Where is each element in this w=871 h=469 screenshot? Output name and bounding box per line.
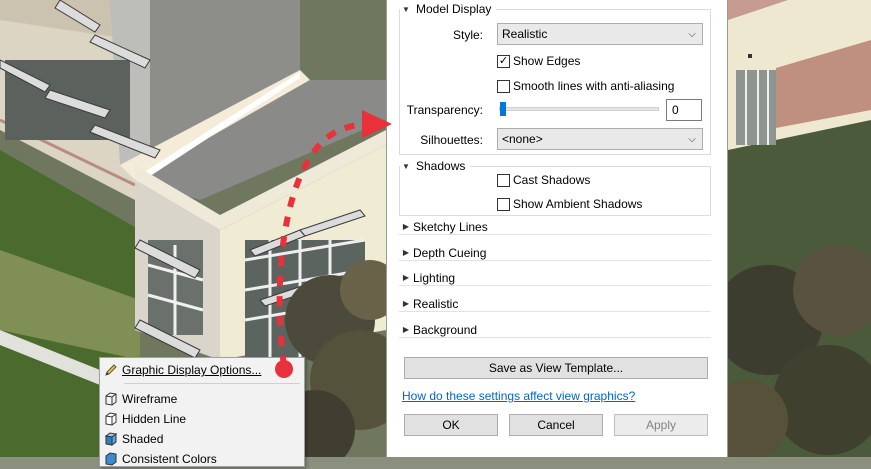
cube-icon bbox=[100, 432, 122, 446]
show-edges-checkbox[interactable]: ✓ Show Edges bbox=[497, 54, 580, 68]
cube-icon bbox=[100, 392, 122, 406]
triangle-right-icon: ▶ bbox=[402, 299, 410, 308]
model-viewport-right[interactable] bbox=[728, 0, 871, 457]
style-select[interactable]: Realistic ⌵ bbox=[497, 23, 703, 45]
ambient-shadows-checkbox[interactable]: Show Ambient Shadows bbox=[497, 197, 642, 211]
graphic-display-options-dialog: ▼ Model Display Style: Realistic ⌵ ✓ Sho… bbox=[386, 0, 728, 457]
depth-cueing-section[interactable]: ▶ Depth Cueing bbox=[399, 245, 711, 261]
chevron-down-icon: ⌵ bbox=[688, 28, 696, 40]
silhouettes-select[interactable]: <none> ⌵ bbox=[497, 128, 703, 150]
triangle-right-icon: ▶ bbox=[402, 222, 410, 231]
transparency-input[interactable]: 0 bbox=[666, 99, 702, 121]
realistic-section[interactable]: ▶ Realistic bbox=[399, 296, 711, 312]
triangle-right-icon: ▶ bbox=[402, 273, 410, 282]
menu-item-wireframe[interactable]: Wireframe bbox=[100, 389, 304, 409]
transparency-label: Transparency: bbox=[406, 103, 483, 117]
style-label: Style: bbox=[452, 28, 483, 42]
building-model-illustration-right bbox=[728, 0, 871, 457]
lighting-section[interactable]: ▶ Lighting bbox=[399, 270, 711, 286]
menu-item-hidden-line[interactable]: Hidden Line bbox=[100, 409, 304, 429]
triangle-right-icon: ▶ bbox=[402, 325, 410, 334]
sketchy-lines-section[interactable]: ▶ Sketchy Lines bbox=[399, 219, 711, 235]
transparency-slider-thumb[interactable] bbox=[500, 102, 506, 116]
checkmark-icon: ✓ bbox=[497, 54, 510, 68]
menu-item-shaded[interactable]: Shaded bbox=[100, 429, 304, 449]
chevron-down-icon: ⌵ bbox=[688, 133, 696, 145]
cast-shadows-checkbox[interactable]: Cast Shadows bbox=[497, 173, 590, 187]
background-section[interactable]: ▶ Background bbox=[399, 322, 711, 338]
triangle-right-icon: ▶ bbox=[402, 248, 410, 257]
ok-button[interactable]: OK bbox=[404, 414, 498, 436]
transparency-slider[interactable] bbox=[499, 107, 659, 111]
cube-icon bbox=[100, 412, 122, 426]
visual-style-context-menu: Graphic Display Options... Wireframe Hid… bbox=[99, 357, 305, 467]
cancel-button[interactable]: Cancel bbox=[509, 414, 603, 436]
smooth-lines-checkbox[interactable]: Smooth lines with anti-aliasing bbox=[497, 79, 674, 93]
save-as-view-template-button[interactable]: Save as View Template... bbox=[404, 357, 708, 379]
apply-button[interactable]: Apply bbox=[614, 414, 708, 436]
menu-item-consistent-colors[interactable]: Consistent Colors bbox=[100, 449, 304, 469]
menu-item-graphic-display-options[interactable]: Graphic Display Options... bbox=[100, 360, 304, 380]
pencil-icon bbox=[100, 363, 122, 377]
help-link[interactable]: How do these settings affect view graphi… bbox=[402, 389, 635, 403]
silhouettes-label: Silhouettes: bbox=[420, 133, 483, 147]
cube-icon bbox=[100, 452, 122, 466]
